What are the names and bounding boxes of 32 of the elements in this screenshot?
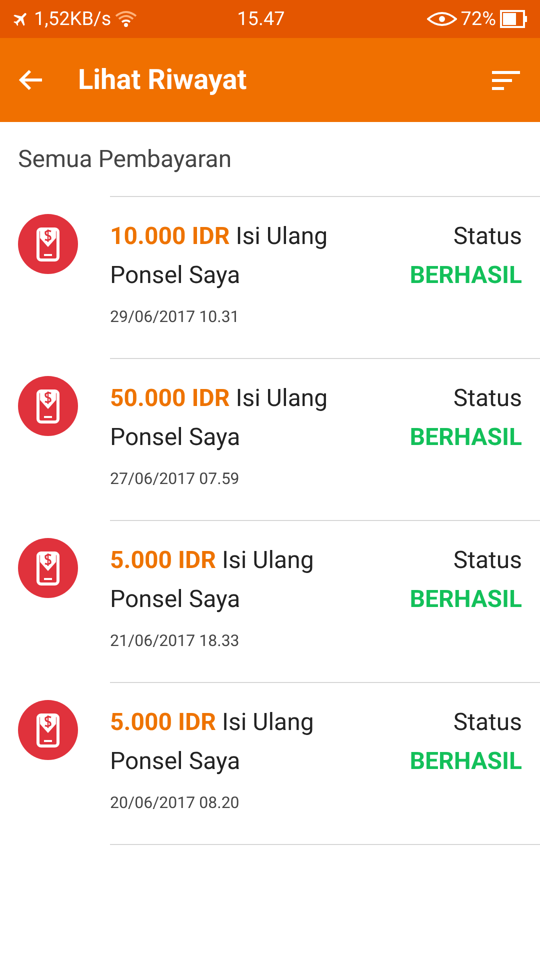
status-value: BERHASIL: [410, 260, 522, 291]
transaction-description: 5.000 IDR Isi Ulang Ponsel Saya: [110, 545, 315, 615]
status-value: BERHASIL: [410, 422, 522, 453]
phone-topup-icon: [18, 700, 78, 760]
phone-topup-icon: [18, 538, 78, 598]
transaction-row[interactable]: 10.000 IDR Isi Ulang Ponsel Saya 29/06/2017 10.31 Status BERHASIL: [0, 196, 540, 358]
battery-icon: [500, 10, 528, 28]
network-speed: 1,52KB/s: [34, 6, 112, 32]
transaction-date: 29/06/2017 10.31: [110, 306, 240, 328]
status-label: Status: [453, 545, 522, 576]
status-label: Status: [453, 221, 522, 252]
transaction-row[interactable]: 5.000 IDR Isi Ulang Ponsel Saya 20/06/2017 08.20 Status BERHASIL: [0, 682, 540, 844]
screen-title: Lihat Riwayat: [78, 62, 248, 98]
transaction-row[interactable]: 5.000 IDR Isi Ulang Ponsel Saya 21/06/2017 18.33 Status BERHASIL: [0, 520, 540, 682]
status-label: Status: [453, 383, 522, 414]
status-label: Status: [453, 707, 522, 738]
transaction-date: 27/06/2017 07.59: [110, 468, 240, 490]
status-value: BERHASIL: [410, 584, 522, 615]
status-value: BERHASIL: [410, 746, 522, 777]
eye-icon: [426, 11, 457, 27]
transaction-date: 20/06/2017 08.20: [110, 792, 240, 814]
transaction-date: 21/06/2017 18.33: [110, 630, 240, 652]
battery-percent: 72%: [460, 6, 496, 32]
phone-topup-icon: [18, 214, 78, 274]
wifi-icon: [115, 10, 138, 28]
transaction-description: 10.000 IDR Isi Ulang Ponsel Saya: [110, 221, 329, 291]
transaction-row[interactable]: 50.000 IDR Isi Ulang Ponsel Saya 27/06/2017 07.59 Status BERHASIL: [0, 358, 540, 520]
phone-topup-icon: [18, 376, 78, 436]
clock: 15.47: [236, 6, 286, 32]
transaction-description: 5.000 IDR Isi Ulang Ponsel Saya: [110, 707, 315, 777]
transaction-description: 50.000 IDR Isi Ulang Ponsel Saya: [110, 383, 329, 453]
section-title: Semua Pembayaran: [18, 144, 232, 175]
